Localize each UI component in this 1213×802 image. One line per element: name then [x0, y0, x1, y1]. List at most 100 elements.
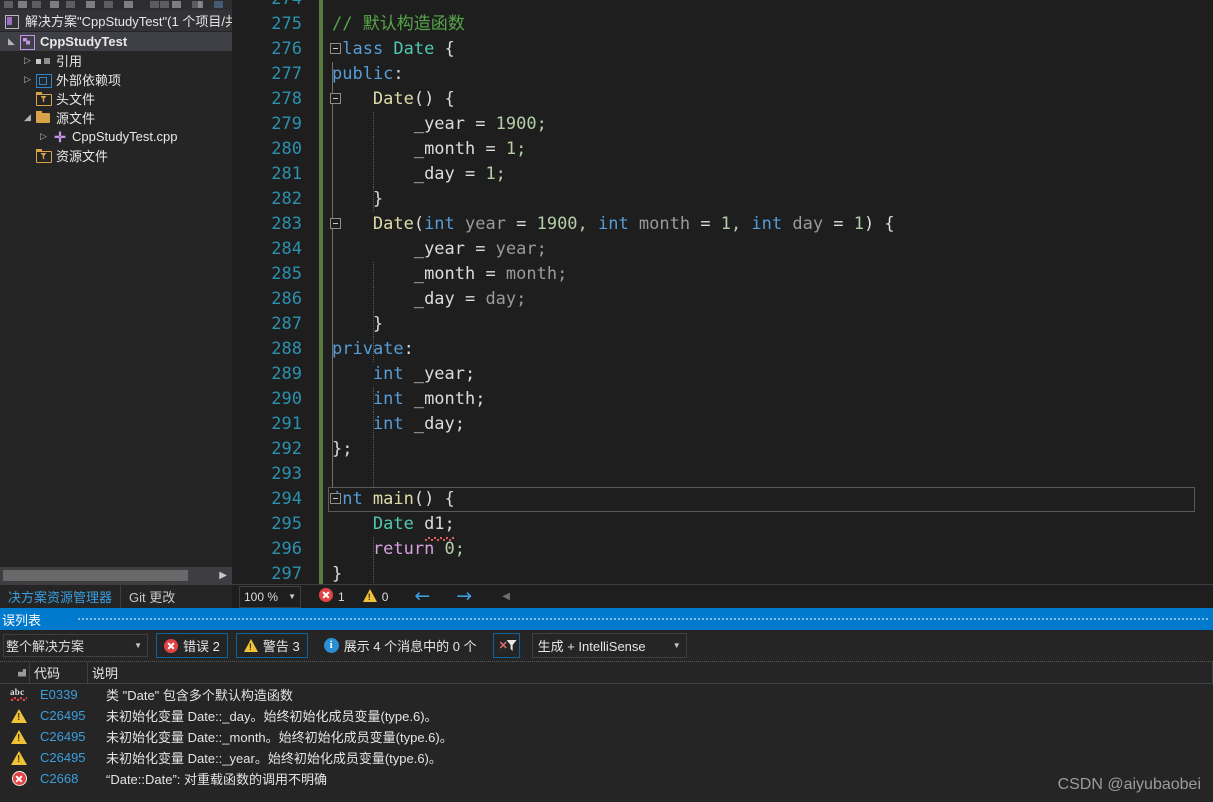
- error-code: C26495: [40, 729, 86, 744]
- error-list-rows: abc E0339 类 "Date" 包含多个默认构造函数 C26495 未初始化变量 …: [0, 684, 1213, 789]
- navigate-back-icon[interactable]: ←: [414, 587, 430, 606]
- code-line-282[interactable]: 282}: [232, 187, 1213, 212]
- code-line-284[interactable]: 284 _year = year;: [232, 237, 1213, 262]
- tree-item-3[interactable]: ▷ 头文件: [0, 89, 232, 108]
- code-line-291[interactable]: 291 int _day;: [232, 412, 1213, 437]
- tree-item-0[interactable]: ◣ CppStudyTest: [0, 32, 232, 51]
- code-token: private: [332, 339, 404, 359]
- warnings-filter-button[interactable]: 警告 3: [235, 633, 308, 658]
- dock-tab-0[interactable]: 决方案资源管理器: [0, 585, 122, 608]
- expand-chevron-icon[interactable]: ▷: [20, 70, 35, 89]
- code-line-274[interactable]: 274: [232, 0, 1213, 12]
- status-warning-count[interactable]: 0: [362, 588, 388, 605]
- code-line-279[interactable]: 279 _year = 1900;: [232, 112, 1213, 137]
- expand-chevron-icon[interactable]: ▷: [20, 146, 35, 165]
- fold-collapse-icon[interactable]: [330, 43, 341, 54]
- indent-guide: [332, 162, 333, 187]
- solution-header[interactable]: 解决方案"CppStudyTest"(1 个项目/共: [0, 10, 232, 31]
- code-line-285[interactable]: 285 _month = month;: [232, 262, 1213, 287]
- column-header-icon[interactable]: [0, 661, 30, 684]
- fold-collapse-icon[interactable]: [330, 93, 341, 104]
- scroll-right-arrow[interactable]: ▶: [219, 570, 227, 581]
- code-line-294[interactable]: 294 int main(){: [232, 487, 1213, 512]
- code-line-295[interactable]: 295 Date d1;: [232, 512, 1213, 537]
- code-token: };: [332, 439, 353, 459]
- scope-dropdown[interactable]: 整个解决方案 ▼: [3, 634, 148, 657]
- zoom-level-dropdown[interactable]: 100 % ▼: [239, 585, 301, 608]
- code-line-287[interactable]: 287}: [232, 312, 1213, 337]
- errors-filter-button[interactable]: 错误 2: [156, 633, 228, 658]
- funnel-icon: [506, 640, 517, 651]
- error-list-row[interactable]: abc E0339 类 "Date" 包含多个默认构造函数: [0, 684, 1213, 705]
- indent-guide: [372, 437, 374, 462]
- status-error-count[interactable]: 1: [319, 588, 345, 605]
- column-header-description[interactable]: 说明: [88, 661, 1213, 684]
- indent-guide: [332, 237, 333, 262]
- column-header-code[interactable]: 代码: [30, 661, 88, 684]
- code-line-297[interactable]: 297}: [232, 562, 1213, 584]
- scrollbar-thumb[interactable]: [3, 570, 188, 581]
- error-list-title-bar[interactable]: 误列表: [0, 608, 1213, 630]
- code-token: 1: [853, 214, 864, 234]
- fold-collapse-icon[interactable]: [330, 218, 341, 229]
- expand-chevron-icon[interactable]: ▷: [20, 51, 35, 70]
- error-list-row[interactable]: C2668 “Date::Date”: 对重载函数的调用不明确: [0, 768, 1213, 789]
- expand-chevron-icon[interactable]: ▷: [36, 127, 51, 146]
- code-line-283[interactable]: 283 Date(int year = 1900, int month = 1, int day = 1…: [232, 212, 1213, 237]
- code-token: :: [393, 64, 404, 84]
- watermark-label: CSDN @aiyubaobei: [1057, 776, 1201, 793]
- line-number: 282: [271, 189, 302, 209]
- messages-filter-button[interactable]: i 展示 4 个消息中的 0 个: [315, 633, 485, 658]
- code-line-276[interactable]: 276 class Date{: [232, 37, 1213, 62]
- error-description: 未初始化变量 Date::_day。始终初始化成员变量(type.6)。: [106, 709, 438, 724]
- code-line-278[interactable]: 278 Date() {: [232, 87, 1213, 112]
- line-number: 276: [271, 39, 302, 59]
- code-token: int: [372, 414, 404, 434]
- warning-icon: [11, 750, 27, 765]
- code-token: _month: [413, 139, 476, 159]
- expand-chevron-icon[interactable]: ◣: [4, 32, 19, 51]
- error-icon: [319, 588, 333, 605]
- code-line-292[interactable]: 292};: [232, 437, 1213, 462]
- error-list-row[interactable]: C26495 未初始化变量 Date::_month。始终初始化成员变量(type…: [0, 726, 1213, 747]
- solution-header-label: 解决方案"CppStudyTest"(1 个项目/共: [25, 14, 232, 29]
- build-source-dropdown[interactable]: 生成 + IntelliSense ▼: [531, 633, 687, 658]
- fold-collapse-icon[interactable]: [330, 493, 341, 504]
- code-editor[interactable]: 274275// 默认构造函数276classDate{277public:27…: [232, 0, 1213, 584]
- tree-item-4[interactable]: ◢ 源文件: [0, 108, 232, 127]
- expand-chevron-icon[interactable]: ◢: [20, 108, 35, 127]
- code-line-275[interactable]: 275 // 默认构造函数: [232, 12, 1213, 37]
- code-line-288[interactable]: 288 private:: [232, 337, 1213, 362]
- error-list-row[interactable]: C26495 未初始化变量 Date::_year。始终初始化成员变量(type.…: [0, 747, 1213, 768]
- error-list-row[interactable]: C26495 未初始化变量 Date::_day。始终初始化成员变量(type.6…: [0, 705, 1213, 726]
- code-line-280[interactable]: 280 _month = 1;: [232, 137, 1213, 162]
- tree-item-6[interactable]: ▷ 资源文件: [0, 146, 232, 165]
- line-number: 278: [271, 89, 302, 109]
- line-number: 284: [271, 239, 302, 259]
- code-line-290[interactable]: 290 int _month;: [232, 387, 1213, 412]
- solution-horizontal-scrollbar[interactable]: ▶: [0, 567, 232, 584]
- current-line-highlight: [328, 487, 1195, 512]
- error-code: C26495: [40, 708, 86, 723]
- tree-item-label: 源文件: [56, 111, 96, 126]
- code-line-286[interactable]: 286 _day = day;: [232, 287, 1213, 312]
- clear-filter-button[interactable]: ✕: [492, 633, 520, 658]
- code-line-277[interactable]: 277 public:: [232, 62, 1213, 87]
- tree-item-2[interactable]: ▷ 外部依赖项: [0, 70, 232, 89]
- tree-item-5[interactable]: ▷ ✛ CppStudyTest.cpp: [0, 127, 232, 146]
- code-line-281[interactable]: 281 _day = 1;: [232, 162, 1213, 187]
- tree-item-1[interactable]: ▷ 引用: [0, 51, 232, 70]
- code-line-293[interactable]: 293: [232, 462, 1213, 487]
- line-number: 274: [232, 0, 302, 12]
- code-token: =: [475, 239, 486, 259]
- line-number: 275: [271, 14, 302, 34]
- indent-guide: [332, 187, 333, 212]
- dock-tab-1[interactable]: Git 更改: [121, 585, 183, 608]
- collapse-caret-icon[interactable]: ◀: [502, 591, 510, 602]
- expand-chevron-icon[interactable]: ▷: [20, 89, 35, 108]
- code-line-289[interactable]: 289 int _year;: [232, 362, 1213, 387]
- drag-grip[interactable]: [78, 618, 1209, 621]
- navigate-forward-icon[interactable]: →: [456, 587, 472, 606]
- code-content[interactable]: 274275// 默认构造函数276classDate{277public:27…: [232, 0, 1213, 584]
- code-line-296[interactable]: 296 return 0;: [232, 537, 1213, 562]
